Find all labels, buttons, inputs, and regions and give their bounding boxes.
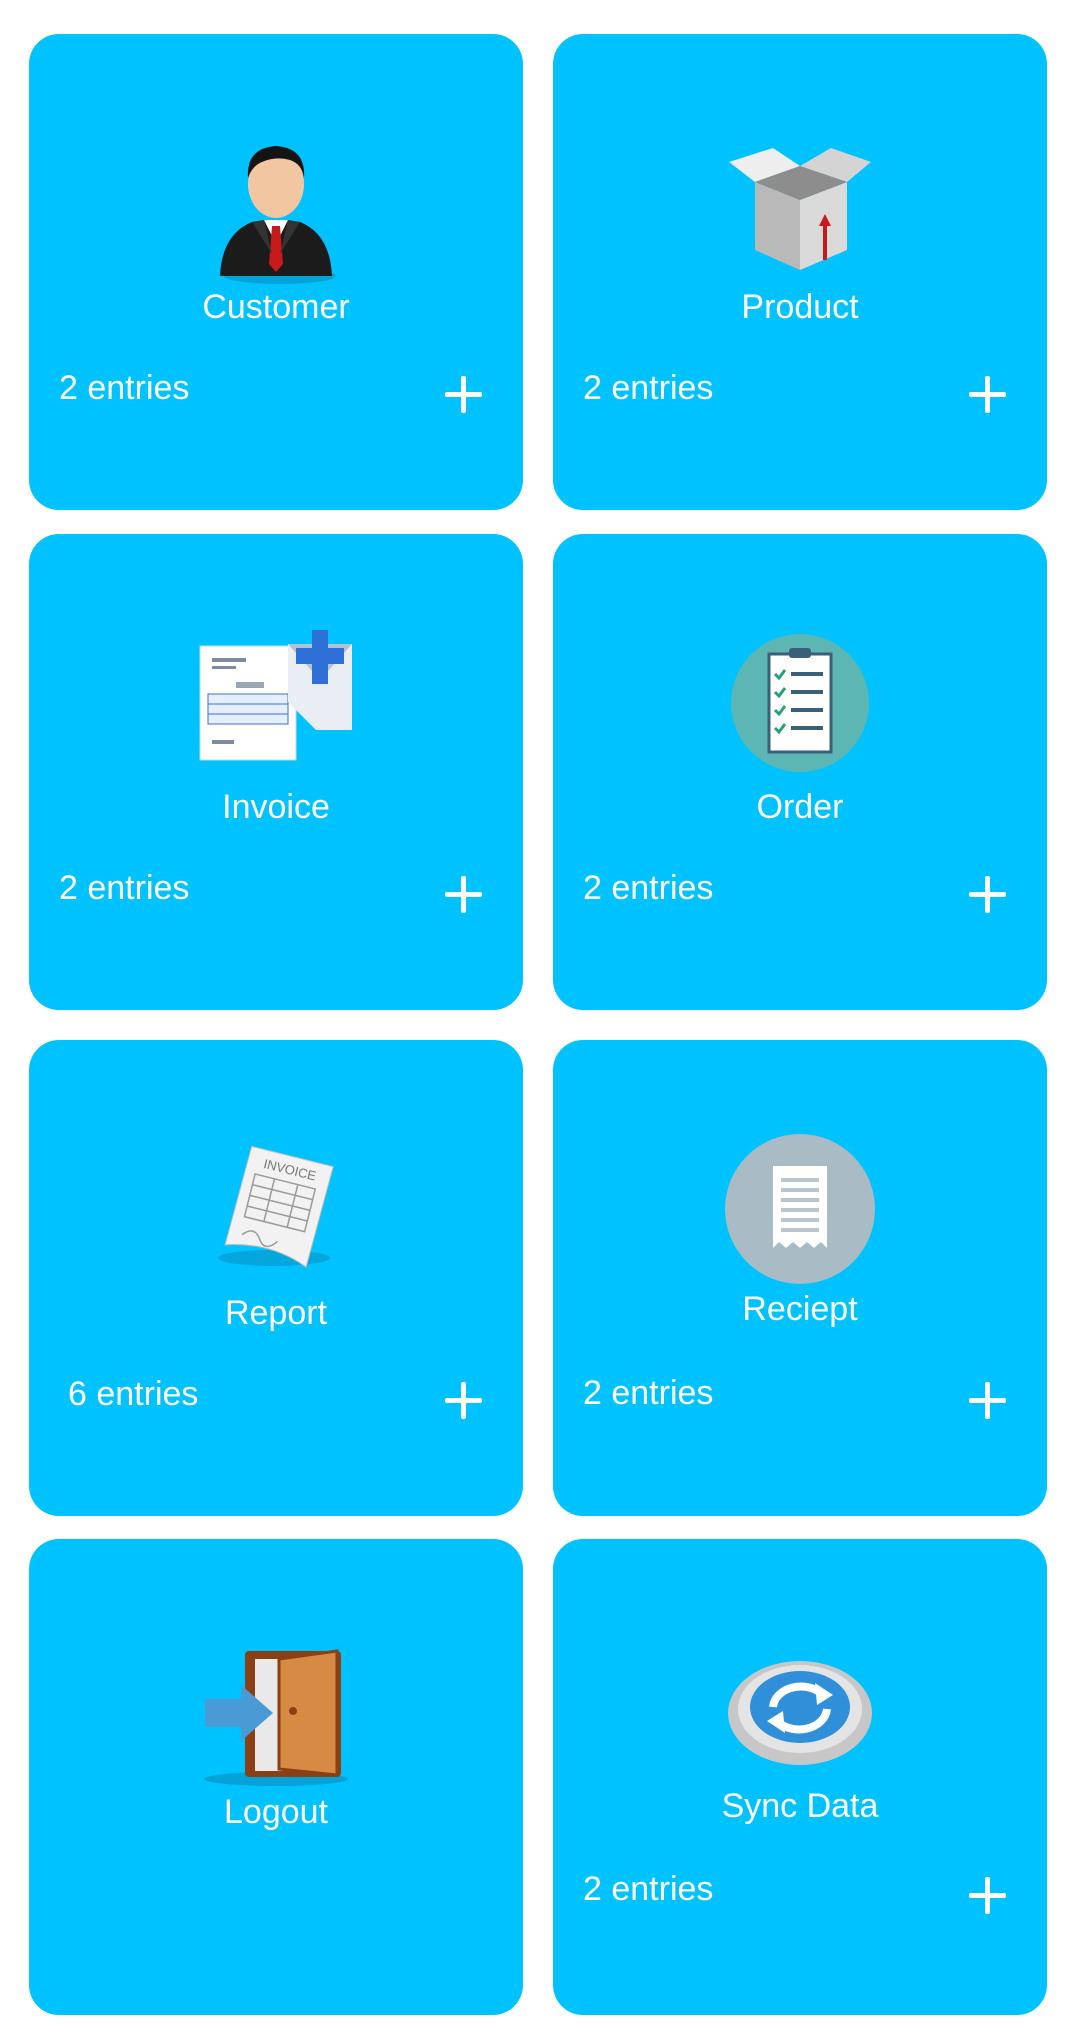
tile-title: Reciept (742, 1290, 858, 1328)
tile-title: Order (756, 788, 844, 826)
sync-icon (728, 1661, 872, 1765)
tile-report[interactable]: INVOICE Report 6 entries (29, 1040, 523, 1516)
checklist-icon (731, 634, 869, 772)
add-product-button[interactable] (963, 370, 1011, 418)
add-customer-button[interactable] (439, 370, 487, 418)
entries-count: 2 entries (583, 1870, 714, 1908)
door-exit-icon (204, 1649, 348, 1786)
tile-product[interactable]: Product 2 entries (553, 34, 1047, 510)
tile-sync-data[interactable]: Sync Data 2 entries (553, 1539, 1047, 2015)
invoice-add-icon (199, 630, 352, 761)
add-order-button[interactable] (963, 870, 1011, 918)
tile-title: Customer (202, 288, 350, 326)
open-box-icon (729, 148, 871, 270)
tile-title: Logout (224, 1793, 328, 1831)
entries-count: 2 entries (59, 869, 190, 907)
add-reciept-button[interactable] (963, 1376, 1011, 1424)
add-report-button[interactable] (439, 1376, 487, 1424)
businessman-icon (220, 146, 336, 284)
add-sync-data-button[interactable] (963, 1871, 1011, 1919)
tile-logout[interactable]: Logout (29, 1539, 523, 2015)
tile-reciept[interactable]: Reciept 2 entries (553, 1040, 1047, 1516)
entries-count: 2 entries (583, 369, 714, 407)
tile-title: Product (741, 288, 859, 326)
tile-invoice[interactable]: Invoice 2 entries (29, 534, 523, 1010)
entries-count: 2 entries (59, 369, 190, 407)
add-invoice-button[interactable] (439, 870, 487, 918)
tile-order[interactable]: Order 2 entries (553, 534, 1047, 1010)
tile-title: Invoice (222, 788, 330, 826)
invoice-paper-icon: INVOICE (218, 1146, 334, 1268)
tile-title: Sync Data (721, 1787, 879, 1825)
tile-customer[interactable]: Customer 2 entries (29, 34, 523, 510)
tile-title: Report (224, 1294, 328, 1332)
receipt-icon (725, 1134, 875, 1284)
entries-count: 2 entries (583, 1374, 714, 1412)
entries-count: 2 entries (583, 869, 714, 907)
entries-count: 6 entries (68, 1375, 199, 1413)
